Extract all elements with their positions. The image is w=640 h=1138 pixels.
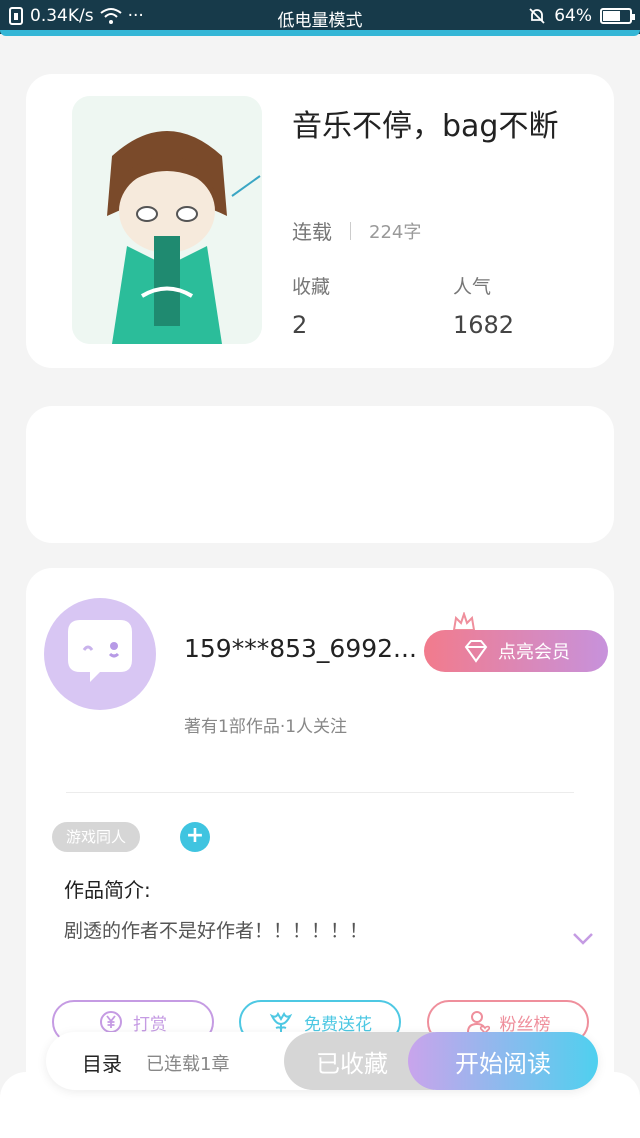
flower-icon xyxy=(269,1011,293,1032)
status-bar: 0.34K/s ··· 低电量模式 64% xyxy=(0,0,640,36)
vip-button[interactable]: 点亮会员 xyxy=(424,630,608,672)
popularity-label: 人气 xyxy=(453,276,492,298)
flower-label: 免费送花 xyxy=(304,1014,372,1035)
book-cover[interactable] xyxy=(72,96,262,344)
crown-icon xyxy=(452,612,476,631)
chat-avatar-icon xyxy=(68,620,132,682)
divider xyxy=(66,792,574,793)
collected-label: 已收藏 xyxy=(316,1049,388,1078)
chapter-count: 已连载1章 xyxy=(146,1054,230,1075)
status-right: 64% xyxy=(528,6,635,26)
intro-text: 剧透的作者不是好作者！！！！！！ xyxy=(64,920,369,942)
meta-divider xyxy=(350,221,351,240)
genre-tag[interactable]: 游戏同人 xyxy=(52,822,141,852)
start-reading-button[interactable]: 开始阅读 xyxy=(408,1032,598,1090)
gem-icon xyxy=(464,640,488,663)
add-tag-button[interactable]: + xyxy=(180,822,210,852)
yen-coin-icon xyxy=(100,1011,122,1033)
book-title: 音乐不停，bag不断 xyxy=(292,109,559,144)
toc-button[interactable]: 目录 xyxy=(82,1048,122,1077)
battery-icon xyxy=(600,8,635,24)
status-accent-bar xyxy=(0,30,640,36)
intro-heading: 作品简介: xyxy=(64,878,151,902)
vip-label: 点亮会员 xyxy=(498,642,570,663)
author-name[interactable]: 159***853_6992... xyxy=(184,634,417,663)
read-label: 开始阅读 xyxy=(455,1049,551,1078)
battery-fill xyxy=(603,11,620,21)
bottom-action-bar: 目录 已连载1章 已收藏 开始阅读 xyxy=(46,1032,598,1090)
popularity-value: 1682 xyxy=(453,311,515,339)
book-meta: 连载 224字 xyxy=(292,216,421,245)
popularity-stat: 人气 1682 xyxy=(453,272,514,339)
battery-percent: 64% xyxy=(554,6,592,26)
word-count: 224字 xyxy=(369,221,422,243)
tip-label: 打赏 xyxy=(133,1014,167,1035)
favorites-stat: 收藏 2 xyxy=(292,272,330,339)
author-stats: 著有1部作品·1人关注 xyxy=(184,717,348,737)
fans-icon xyxy=(466,1011,490,1034)
fans-label: 粉丝榜 xyxy=(499,1014,551,1035)
favorites-label: 收藏 xyxy=(292,276,331,298)
author-avatar[interactable] xyxy=(44,598,156,710)
serial-status: 连载 xyxy=(292,220,332,244)
mute-bell-icon xyxy=(529,8,545,24)
book-info-card: 音乐不停，bag不断 连载 224字 收藏 2 人气 1682 xyxy=(26,74,614,368)
favorites-value: 2 xyxy=(292,311,308,339)
placeholder-card xyxy=(26,406,614,543)
chevron-down-icon[interactable] xyxy=(572,932,594,946)
cover-illustration xyxy=(72,96,262,344)
